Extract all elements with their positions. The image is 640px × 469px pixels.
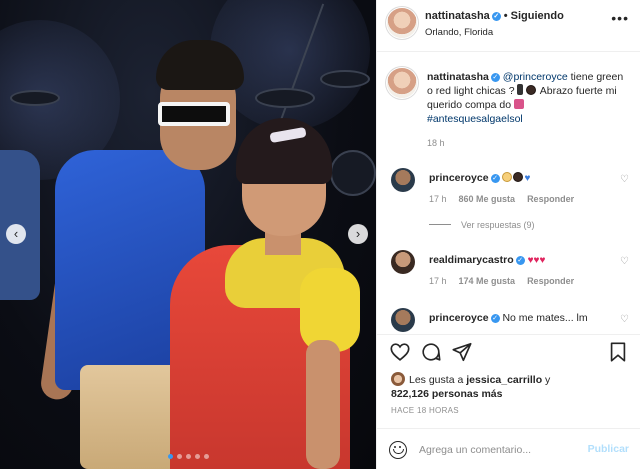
gift-emoji-icon <box>513 99 524 109</box>
post-caption: nattinatasha ✓ @princeroyce tiene green o… <box>427 70 627 126</box>
comment-text: No me mates... lm <box>502 312 588 324</box>
following-button[interactable]: Siguiendo <box>511 10 564 22</box>
header-username[interactable]: nattinatasha <box>425 10 490 22</box>
cymbal <box>320 70 370 88</box>
woman-emoji-icon <box>526 85 537 95</box>
verified-badge-icon: ✓ <box>490 314 500 323</box>
more-horizontal-icon[interactable]: ••• <box>611 10 629 26</box>
likes-summary: Les gusta a jessica_carrillo y 822,126 p… <box>391 372 631 401</box>
bookmark-icon[interactable] <box>607 341 629 363</box>
slide-dot <box>168 454 173 459</box>
comment-username[interactable]: princeroyce <box>429 312 489 324</box>
posted-time[interactable]: HACE 18 HORAS <box>391 406 459 415</box>
header-separator: • <box>503 10 508 22</box>
likes-middle: y <box>542 374 551 386</box>
verified-badge-icon: ✓ <box>515 256 525 265</box>
caption-hashtag[interactable]: #antesquesalgaelsol <box>427 113 523 125</box>
add-comment-bar: Publicar <box>377 428 640 469</box>
comment-username[interactable]: princeroyce <box>429 172 489 184</box>
avatar[interactable] <box>391 372 405 386</box>
woman-emoji-icon <box>513 172 524 182</box>
avatar[interactable] <box>391 168 415 192</box>
share-icon[interactable] <box>451 341 473 363</box>
cymbal <box>10 90 60 106</box>
likes-count[interactable]: 822,126 personas más <box>391 388 503 400</box>
caption-username[interactable]: nattinatasha <box>427 71 489 83</box>
like-comment-heart-icon[interactable]: ♡ <box>620 174 629 185</box>
prev-slide-button[interactable]: ‹ <box>6 224 26 244</box>
comment-input[interactable] <box>419 442 579 458</box>
slide-indicator <box>168 454 209 459</box>
post-photo[interactable]: ‹ › <box>0 0 376 469</box>
reply-button[interactable]: Responder <box>527 276 574 286</box>
post-side-panel: nattinatasha ✓ • Siguiendo Orlando, Florida… <box>376 0 640 469</box>
slide-dot <box>195 454 200 459</box>
woman-sleeve <box>300 268 360 352</box>
avatar[interactable] <box>387 68 417 98</box>
caption-time: 18 h <box>427 138 445 148</box>
next-slide-button[interactable]: › <box>348 224 368 244</box>
verified-badge-icon: ✓ <box>490 73 500 82</box>
comment-likes[interactable]: 174 Me gusta <box>459 276 516 286</box>
white-sunglasses <box>158 102 230 126</box>
post-header: nattinatasha ✓ • Siguiendo Orlando, Florida… <box>377 0 640 52</box>
like-comment-heart-icon[interactable]: ♡ <box>620 256 629 267</box>
traffic-light-emoji-icon <box>517 84 524 95</box>
likes-prefix: Les gusta a <box>409 374 467 386</box>
drum <box>330 150 376 196</box>
woman-hair <box>236 118 332 184</box>
like-comment-heart-icon[interactable]: ♡ <box>620 314 629 325</box>
comment-time: 17 h <box>429 194 447 204</box>
avatar[interactable] <box>391 308 415 332</box>
verified-badge-icon: ✓ <box>491 12 501 21</box>
red-heart-emoji-icon: ♥ <box>539 255 546 266</box>
caption-mention[interactable]: @princeroyce <box>503 71 568 83</box>
comment-time: 17 h <box>429 276 447 286</box>
heart-icon[interactable] <box>389 341 411 363</box>
emoji-smile-icon[interactable] <box>389 441 407 459</box>
post-actions <box>377 334 640 366</box>
woman-arm <box>306 340 340 469</box>
comment-username[interactable]: realdimarycastro <box>429 254 514 266</box>
post-comment-button[interactable]: Publicar <box>588 443 629 455</box>
avatar[interactable] <box>391 250 415 274</box>
likes-user[interactable]: jessica_carrillo <box>466 374 542 386</box>
location-link[interactable]: Orlando, Florida <box>425 27 493 38</box>
blue-heart-emoji-icon: ♥ <box>524 173 531 184</box>
avatar[interactable] <box>387 8 417 38</box>
cymbal <box>255 88 315 108</box>
reply-button[interactable]: Responder <box>527 194 574 204</box>
slide-dot <box>204 454 209 459</box>
comment-icon[interactable] <box>420 341 442 363</box>
comment-likes[interactable]: 860 Me gusta <box>459 194 516 204</box>
view-replies-button[interactable]: Ver respuestas (9) <box>429 220 535 230</box>
verified-badge-icon: ✓ <box>490 174 500 183</box>
face-emoji-icon <box>502 172 513 182</box>
slide-dot <box>177 454 182 459</box>
replies-line <box>429 224 451 225</box>
view-replies-label: Ver respuestas (9) <box>461 220 535 230</box>
comments-list[interactable]: nattinatasha ✓ @princeroyce tiene green o… <box>377 52 640 334</box>
slide-dot <box>186 454 191 459</box>
